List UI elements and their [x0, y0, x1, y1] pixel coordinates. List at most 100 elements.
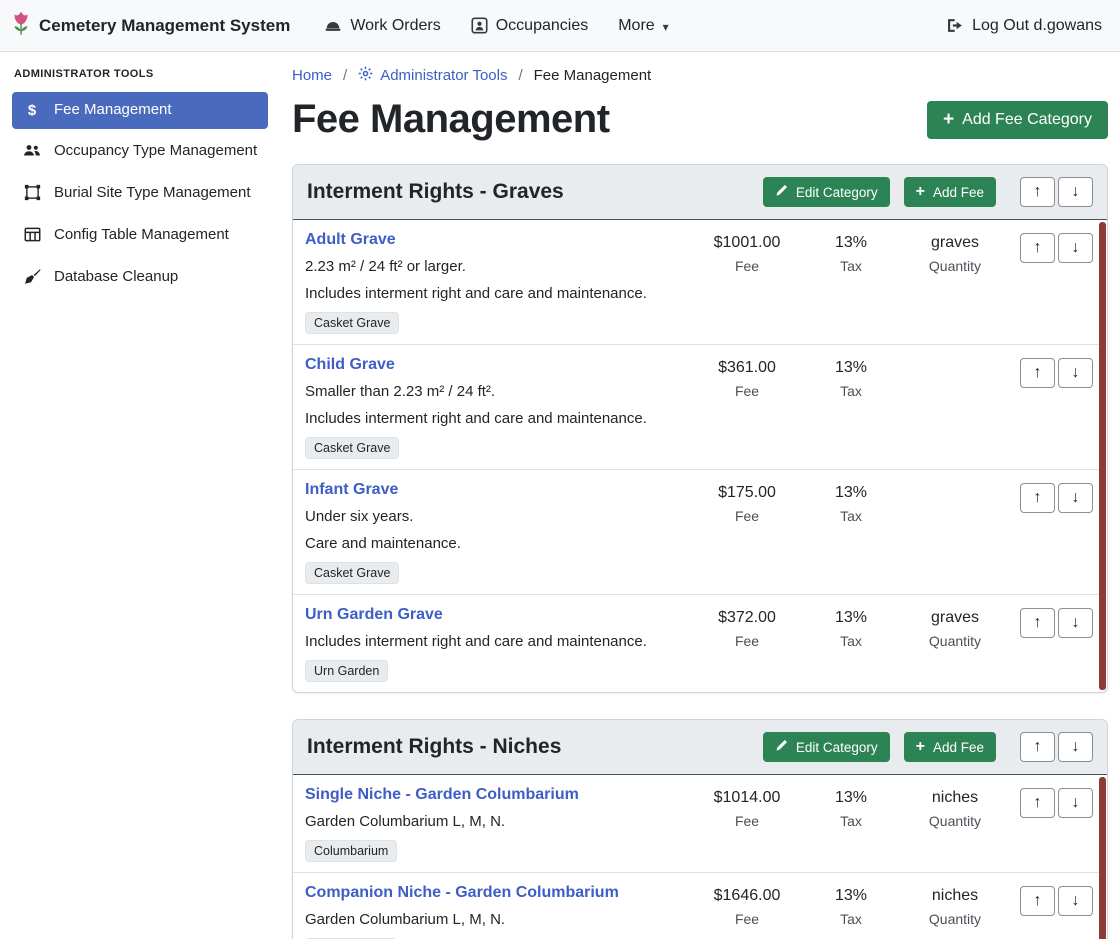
fee-row: Child Grave Smaller than 2.23 m² / 24 ft…: [293, 345, 1107, 470]
sidebar-item-burial-site-type-management[interactable]: Burial Site Type Management: [12, 175, 268, 213]
fee-amount-cell: $372.00 Fee: [695, 606, 799, 682]
move-category-down-button[interactable]: ↓: [1058, 177, 1093, 207]
fee-amount-label: Fee: [695, 911, 799, 927]
fee-tag: Columbarium: [305, 840, 397, 862]
arrow-down-icon: ↓: [1072, 364, 1080, 382]
fee-name-link[interactable]: Child Grave: [305, 356, 395, 374]
fee-quantity-cell: [903, 481, 1007, 584]
move-fee-up-button[interactable]: ↑: [1020, 886, 1055, 916]
move-fee-down-button[interactable]: ↓: [1058, 886, 1093, 916]
scrollbar-thumb[interactable]: [1099, 777, 1106, 939]
move-category-down-button[interactable]: ↓: [1058, 732, 1093, 762]
sidebar-item-label: Database Cleanup: [54, 267, 178, 287]
fee-amount-cell: $1001.00 Fee: [695, 231, 799, 334]
fee-tax-cell: 13% Tax: [799, 481, 903, 584]
app-title: Cemetery Management System: [39, 16, 290, 36]
broom-icon: [22, 268, 42, 289]
fee-amount: $361.00: [695, 359, 799, 377]
add-fee-label: Add Fee: [933, 740, 984, 755]
arrow-down-icon: ↓: [1072, 614, 1080, 632]
move-fee-down-button[interactable]: ↓: [1058, 358, 1093, 388]
sidebar-item-occupancy-type-management[interactable]: Occupancy Type Management: [12, 133, 268, 170]
fee-amount-cell: $1646.00 Fee: [695, 884, 799, 939]
nav-occupancies[interactable]: Occupancies: [471, 17, 589, 35]
arrow-down-icon: ↓: [1072, 794, 1080, 812]
move-fee-down-button[interactable]: ↓: [1058, 608, 1093, 638]
add-fee-category-button[interactable]: + Add Fee Category: [927, 101, 1108, 139]
fee-reorder-controls: ↑ ↓: [1007, 481, 1093, 584]
move-fee-down-button[interactable]: ↓: [1058, 483, 1093, 513]
arrow-up-icon: ↑: [1034, 614, 1042, 632]
fee-quantity-cell: [903, 356, 1007, 459]
edit-category-label: Edit Category: [796, 185, 878, 200]
add-fee-button[interactable]: + Add Fee: [904, 732, 996, 762]
fee-quantity-cell: niches Quantity: [903, 786, 1007, 862]
move-fee-down-button[interactable]: ↓: [1058, 233, 1093, 263]
category-title: Interment Rights - Graves: [307, 180, 749, 204]
move-fee-up-button[interactable]: ↑: [1020, 358, 1055, 388]
fee-amount-label: Fee: [695, 508, 799, 524]
category-header: Interment Rights - Graves Edit Category …: [293, 165, 1107, 220]
vector-square-icon: [22, 184, 42, 205]
fee-quantity-label: Quantity: [903, 258, 1007, 274]
add-fee-button[interactable]: + Add Fee: [904, 177, 996, 207]
main-content: Home /: [280, 52, 1120, 939]
fee-name-link[interactable]: Urn Garden Grave: [305, 606, 443, 624]
fee-name-link[interactable]: Infant Grave: [305, 481, 398, 499]
edit-category-button[interactable]: Edit Category: [763, 177, 890, 207]
fee-amount: $1001.00: [695, 234, 799, 252]
breadcrumb: Home /: [292, 66, 1108, 85]
edit-category-button[interactable]: Edit Category: [763, 732, 890, 762]
sidebar-item-database-cleanup[interactable]: Database Cleanup: [12, 259, 268, 297]
edit-category-label: Edit Category: [796, 740, 878, 755]
fee-description: Under six years.: [305, 506, 687, 527]
category-reorder-controls: ↑ ↓: [1020, 732, 1093, 762]
move-category-up-button[interactable]: ↑: [1020, 177, 1055, 207]
fee-amount-cell: $361.00 Fee: [695, 356, 799, 459]
fee-name-link[interactable]: Single Niche - Garden Columbarium: [305, 786, 579, 804]
fee-tax-label: Tax: [799, 813, 903, 829]
pencil-icon: [775, 739, 788, 755]
plus-icon: +: [916, 739, 925, 755]
breadcrumb-separator: /: [343, 67, 347, 84]
move-fee-up-button[interactable]: ↑: [1020, 788, 1055, 818]
nav-more[interactable]: More ▾: [618, 17, 668, 35]
fee-description-2: Includes interment right and care and ma…: [305, 283, 687, 304]
fee-quantity-label: Quantity: [903, 911, 1007, 927]
move-fee-up-button[interactable]: ↑: [1020, 608, 1055, 638]
breadcrumb-admin-link[interactable]: Administrator Tools: [358, 66, 507, 85]
sidebar: ADMINISTRATOR TOOLS $ Fee Management Occ…: [0, 52, 280, 939]
sidebar-item-fee-management[interactable]: $ Fee Management: [12, 92, 268, 129]
arrow-up-icon: ↑: [1034, 489, 1042, 507]
move-fee-up-button[interactable]: ↑: [1020, 233, 1055, 263]
fee-details: Single Niche - Garden Columbarium Garden…: [305, 786, 695, 862]
fee-amount-cell: $175.00 Fee: [695, 481, 799, 584]
fee-name-link[interactable]: Adult Grave: [305, 231, 396, 249]
fee-list: Adult Grave 2.23 m² / 24 ft² or larger. …: [293, 220, 1107, 692]
fee-list: Single Niche - Garden Columbarium Garden…: [293, 775, 1107, 939]
arrow-down-icon: ↓: [1072, 738, 1080, 756]
logout-button[interactable]: Log Out d.gowans: [946, 17, 1102, 35]
breadcrumb-home-link[interactable]: Home: [292, 67, 332, 84]
app-brand[interactable]: Cemetery Management System: [10, 10, 290, 41]
fee-description: 2.23 m² / 24 ft² or larger.: [305, 256, 687, 277]
fee-tax-label: Tax: [799, 383, 903, 399]
category-reorder-controls: ↑ ↓: [1020, 177, 1093, 207]
fee-quantity-cell: graves Quantity: [903, 606, 1007, 682]
move-fee-down-button[interactable]: ↓: [1058, 788, 1093, 818]
move-fee-up-button[interactable]: ↑: [1020, 483, 1055, 513]
arrow-up-icon: ↑: [1034, 239, 1042, 257]
fee-amount-label: Fee: [695, 813, 799, 829]
fee-quantity-label: Quantity: [903, 633, 1007, 649]
sidebar-item-config-table-management[interactable]: Config Table Management: [12, 217, 268, 255]
scrollbar-thumb[interactable]: [1099, 222, 1106, 690]
arrow-up-icon: ↑: [1034, 738, 1042, 756]
move-category-up-button[interactable]: ↑: [1020, 732, 1055, 762]
nav-work-orders[interactable]: Work Orders: [324, 17, 440, 35]
category-title: Interment Rights - Niches: [307, 735, 749, 759]
fee-name-link[interactable]: Companion Niche - Garden Columbarium: [305, 884, 619, 902]
fee-quantity: graves: [903, 609, 1007, 627]
fee-description: Garden Columbarium L, M, N.: [305, 811, 687, 832]
arrow-up-icon: ↑: [1034, 183, 1042, 201]
title-row: Fee Management + Add Fee Category: [292, 97, 1108, 142]
